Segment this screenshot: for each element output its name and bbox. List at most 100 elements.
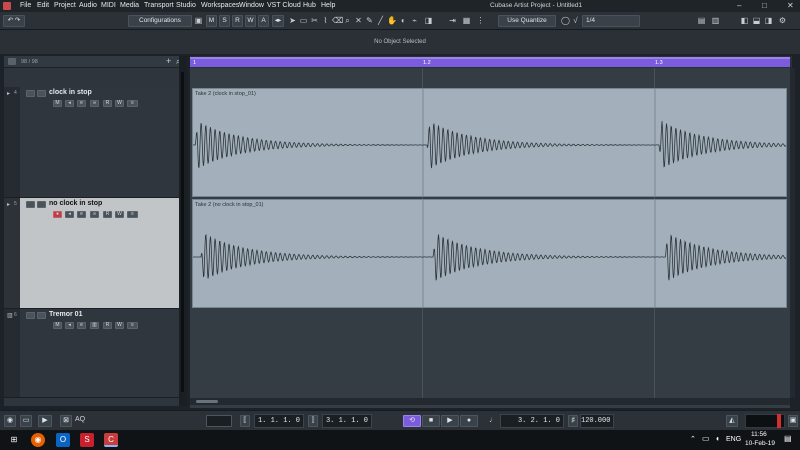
menu-file[interactable]: File [20, 2, 31, 9]
play-button[interactable]: ▶ [441, 415, 459, 427]
metronome-icon[interactable]: ◭ [726, 415, 738, 427]
menu-hub[interactable]: Hub [303, 2, 316, 9]
mute-button[interactable]: M [53, 100, 62, 107]
write-button[interactable]: W [115, 322, 124, 329]
clock-date[interactable]: 10-Feb-19 [745, 440, 775, 447]
stop-button[interactable]: ■ [422, 415, 440, 427]
read-button[interactable]: R [103, 100, 112, 107]
undo-redo-button[interactable]: ↶ ↷ [3, 15, 25, 27]
volume-icon[interactable]: ◖ [715, 434, 720, 443]
quantize-preset-select[interactable]: 1/4 [582, 15, 640, 27]
left-locator-icon[interactable]: ⟦ [240, 415, 250, 427]
audio-event-clock-in-stop[interactable]: Take 2 (clock in stop_01) [192, 88, 787, 197]
project-vscrollbar[interactable] [790, 68, 795, 398]
zoom-tool-icon[interactable]: ⌕ [343, 16, 352, 26]
outlook-icon[interactable]: O [56, 433, 70, 447]
expand-arrow-icon[interactable]: ▸ [7, 90, 10, 97]
window-zone-left-icon[interactable]: ◧ [740, 16, 749, 26]
windows-icon[interactable]: ⊞ [7, 433, 21, 447]
track-name[interactable]: clock in stop [49, 89, 92, 96]
network-icon[interactable]: ▭ [702, 434, 710, 443]
clock-time[interactable]: 11:56 [751, 431, 767, 438]
track-tremor-01[interactable]: ▥ 6 Tremor 01 M ◂ e ▥ R W ≡ [4, 309, 187, 398]
write-button[interactable]: W [115, 211, 124, 218]
lanes-icon[interactable]: ≡ [127, 322, 138, 329]
lanes-icon[interactable]: ≡ [127, 100, 138, 107]
instrument-icon[interactable]: ▥ [90, 322, 99, 329]
tray-chevron-icon[interactable]: ⌃ [690, 435, 696, 443]
record-mode-icon[interactable]: ◉ [4, 415, 16, 427]
menu-midi[interactable]: MIDI [101, 2, 116, 9]
right-locator-icon[interactable]: ⟧ [308, 415, 318, 427]
timewarp-tool-icon[interactable]: ⌁ [410, 16, 419, 26]
link-icon[interactable]: ∞ [90, 211, 99, 218]
transport-menu-icon[interactable]: ▣ [788, 415, 798, 427]
tracklist-scrollbar[interactable] [181, 72, 184, 392]
aq-toggle-icon[interactable]: ⊠ [60, 415, 72, 427]
solo-state-button[interactable]: S [219, 15, 230, 27]
quantize-icon[interactable]: ◯ [561, 16, 570, 26]
monitor-speaker-icon[interactable]: ◂ [65, 211, 74, 218]
camera-icon[interactable]: ▣ [194, 16, 203, 26]
window-zone-right-icon[interactable]: ◨ [764, 16, 773, 26]
glue-tool-icon[interactable]: ⌇ [321, 16, 330, 26]
edit-button[interactable]: e [77, 322, 86, 329]
app-s-icon[interactable]: S [80, 433, 94, 447]
menu-media[interactable]: Media [120, 2, 139, 9]
track-name[interactable]: no clock in stop [49, 200, 102, 207]
grid-type-select[interactable]: Use Quantize [498, 15, 556, 27]
expand-arrow-icon[interactable]: ▸ [7, 201, 10, 208]
track-no-clock-in-stop[interactable]: ▸ 5 no clock in stop ● ◂ e ∞ R W ≡ [4, 198, 187, 309]
menu-project[interactable]: Project [54, 2, 76, 9]
tempo-field[interactable]: 120.000 [580, 414, 614, 428]
hand-tool-icon[interactable]: ✋ [387, 16, 397, 26]
maximize-button[interactable]: □ [762, 1, 767, 10]
language-indicator[interactable]: ENG [726, 436, 741, 443]
mute-button[interactable]: M [53, 322, 62, 329]
minimize-button[interactable]: – [737, 1, 741, 10]
cycle-button[interactable]: ⟲ [403, 415, 421, 427]
record-enable-button[interactable]: ● [53, 211, 62, 218]
window-zone-bottom-icon[interactable]: ⬓ [752, 16, 761, 26]
split-tool-icon[interactable]: ✂ [310, 16, 319, 26]
line-tool-icon[interactable]: ╱ [376, 16, 385, 26]
draw-tool-icon[interactable]: ✎ [365, 16, 374, 26]
track-filter-icon[interactable] [8, 58, 16, 65]
edit-button[interactable]: e [77, 100, 86, 107]
cycle-range-bar[interactable]: 1 1.2 1.3 [190, 57, 790, 67]
track-monitor-button[interactable] [26, 312, 35, 319]
audio-event-no-clock-in-stop[interactable]: Take 2 (no clock in stop_01) [192, 199, 787, 308]
link-icon[interactable]: ∞ [90, 100, 99, 107]
write-state-button[interactable]: W [245, 15, 256, 27]
color-tool-icon[interactable]: ◨ [424, 16, 433, 26]
grid-icon[interactable]: ▦ [462, 16, 471, 26]
track-monitor-button[interactable] [26, 201, 35, 208]
monitor-speaker-icon[interactable]: ◂ [65, 322, 74, 329]
track-lock-button[interactable] [37, 312, 46, 319]
menu-edit[interactable]: Edit [37, 2, 49, 9]
edit-button[interactable]: e [77, 211, 86, 218]
snap-icon[interactable]: ⋮ [476, 16, 485, 26]
track-lock-button[interactable] [37, 90, 46, 97]
read-button[interactable]: R [103, 211, 112, 218]
menu-studio[interactable]: Studio [176, 2, 196, 9]
menu-workspaces[interactable]: Workspaces [201, 2, 239, 9]
position-field[interactable]: 3. 2. 1. 0 [500, 414, 564, 428]
write-button[interactable]: W [115, 100, 124, 107]
close-button[interactable]: ✕ [787, 1, 794, 10]
hscroll-thumb[interactable] [196, 400, 218, 403]
mute-state-button[interactable]: M [206, 15, 217, 27]
track-clock-in-stop[interactable]: ▸ 4 clock in stop M ◂ e ∞ R W ≡ [4, 87, 187, 198]
layout-icon[interactable]: ▤ [697, 16, 706, 26]
notifications-icon[interactable]: ▤ [784, 434, 792, 443]
read-state-button[interactable]: R [232, 15, 243, 27]
nudge-icon[interactable]: ⇥ [448, 16, 457, 26]
configurations-button[interactable]: Configurations [128, 15, 192, 27]
inspector-icon[interactable]: ▥ [711, 16, 720, 26]
automation-state-button[interactable]: A [258, 15, 269, 27]
lanes-icon[interactable]: ≡ [127, 211, 138, 218]
right-locator-field[interactable]: 3. 1. 1. 0 [322, 414, 372, 428]
mute-tool-icon[interactable]: ✕ [354, 16, 363, 26]
speaker-tool-icon[interactable]: ◖ [398, 16, 407, 26]
tempo-track-icon[interactable]: ♯ [568, 415, 578, 427]
